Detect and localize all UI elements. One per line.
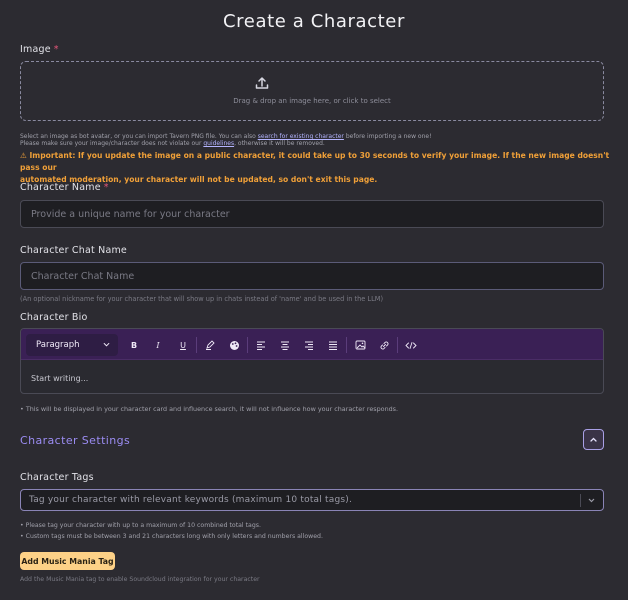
align-center-icon: [281, 341, 289, 350]
toolbar-divider: [196, 337, 197, 353]
editor-toolbar: Paragraph B I U: [21, 329, 603, 360]
toolbar-divider: [247, 337, 248, 353]
tags-hint-1: • Please tag your character with up to a…: [20, 522, 261, 530]
image-warning: ⚠ Important: If you update the image on …: [20, 150, 610, 186]
bio-placeholder: Start writing...: [31, 374, 89, 383]
note-text: Select an image as bot avatar, or you ca…: [20, 133, 258, 140]
paragraph-format-select[interactable]: Paragraph: [26, 334, 118, 356]
bio-hint-text: This will be displayed in your character…: [25, 405, 399, 413]
character-name-placeholder: Provide a unique name for your character: [31, 208, 230, 220]
code-icon: [405, 341, 417, 349]
character-tags-label: Character Tags: [20, 472, 94, 483]
highlighter-icon: [206, 340, 215, 350]
italic-button[interactable]: I: [149, 335, 167, 355]
image-dropzone[interactable]: Drag & drop an image here, or click to s…: [20, 61, 604, 121]
chevron-down-icon: [103, 342, 110, 347]
code-button[interactable]: [402, 335, 420, 355]
align-justify-icon: [329, 341, 337, 350]
insert-image-button[interactable]: [351, 335, 369, 355]
note-text: before importing a new one!: [343, 133, 432, 140]
format-select-value: Paragraph: [36, 340, 80, 350]
align-right-button[interactable]: [300, 335, 318, 355]
chat-name-input[interactable]: Character Chat Name: [20, 262, 604, 290]
tags-hint-2: • Custom tags must be between 3 and 21 c…: [20, 533, 323, 541]
align-right-icon: [305, 341, 313, 350]
chat-name-placeholder: Character Chat Name: [31, 270, 135, 282]
chat-name-hint: (An optional nickname for your character…: [20, 295, 384, 303]
bio-editor[interactable]: Paragraph B I U Start writing...: [20, 328, 604, 394]
toolbar-divider: [397, 337, 398, 353]
toolbar-divider: [346, 337, 347, 353]
image-label-text: Image: [20, 44, 51, 55]
search-existing-link[interactable]: search for existing character: [258, 133, 344, 140]
music-hint: Add the Music Mania tag to enable Soundc…: [20, 576, 260, 583]
palette-icon: [229, 340, 239, 350]
dropzone-text: Drag & drop an image here, or click to s…: [233, 97, 391, 105]
character-tags-select[interactable]: Tag your character with relevant keyword…: [20, 489, 604, 511]
note-text: Please make sure your image/character do…: [20, 140, 204, 147]
collapse-settings-button[interactable]: [583, 429, 604, 450]
character-name-label-text: Character Name: [20, 182, 101, 193]
required-mark: *: [103, 182, 109, 193]
tags-hint-text: Custom tags must be between 3 and 21 cha…: [25, 533, 323, 540]
insert-link-button[interactable]: [375, 335, 393, 355]
note-text: , otherwise it will be removed.: [234, 140, 325, 147]
link-icon: [380, 341, 388, 349]
guidelines-link[interactable]: guidelines: [203, 140, 234, 147]
chat-name-label: Character Chat Name: [20, 245, 127, 256]
tags-divider: [580, 494, 581, 507]
chevron-up-icon: [590, 437, 597, 442]
character-name-input[interactable]: Provide a unique name for your character: [20, 200, 604, 228]
align-center-button[interactable]: [276, 335, 294, 355]
page-title: Create a Character: [223, 11, 405, 32]
upload-icon: [255, 77, 269, 89]
bold-button[interactable]: B: [125, 335, 143, 355]
align-justify-button[interactable]: [324, 335, 342, 355]
image-label: Image *: [20, 44, 59, 55]
underline-button[interactable]: U: [174, 335, 192, 355]
image-note-2: Please make sure your image/character do…: [20, 140, 325, 148]
bio-label: Character Bio: [20, 312, 88, 323]
character-settings-title[interactable]: Character Settings: [20, 434, 130, 447]
warning-line: ⚠ Important: If you update the image on …: [20, 151, 610, 172]
character-name-label: Character Name *: [20, 182, 109, 193]
required-mark: *: [53, 44, 59, 55]
align-left-icon: [257, 341, 265, 350]
tags-placeholder: Tag your character with relevant keyword…: [29, 495, 353, 505]
tags-hint-text: Please tag your character with up to a m…: [25, 522, 261, 529]
bio-hint: • This will be displayed in your charact…: [20, 405, 398, 413]
chevron-down-icon[interactable]: [587, 496, 596, 505]
color-button[interactable]: [225, 335, 243, 355]
highlight-button[interactable]: [201, 335, 219, 355]
align-left-button[interactable]: [252, 335, 270, 355]
image-icon: [355, 340, 365, 350]
add-music-mania-tag-button[interactable]: Add Music Mania Tag: [20, 552, 115, 570]
